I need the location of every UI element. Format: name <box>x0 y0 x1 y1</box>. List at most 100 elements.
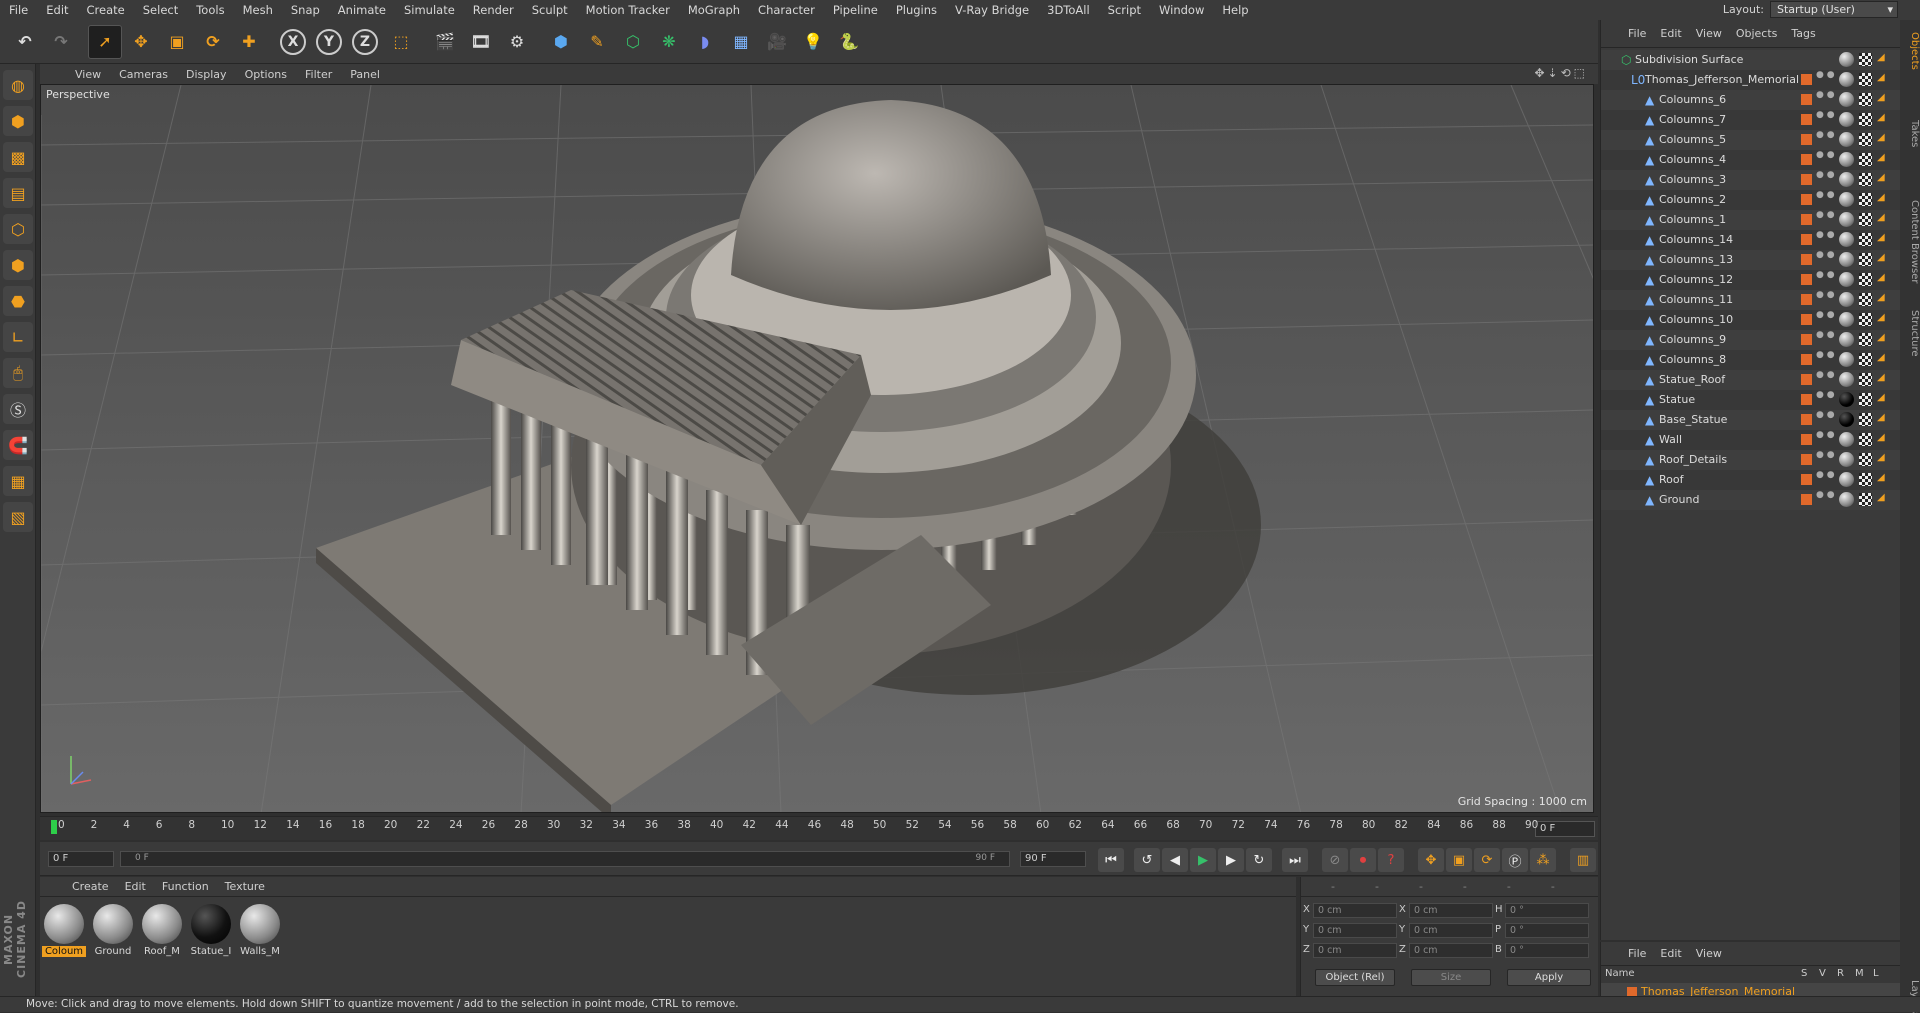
coord-field[interactable]: 0 cm <box>1409 943 1493 958</box>
phong-tag-icon[interactable]: ◢ <box>1877 192 1885 203</box>
side-tab-structure[interactable]: Structure <box>1900 310 1920 357</box>
phong-tag-icon[interactable]: ◢ <box>1877 392 1885 403</box>
deformer-button[interactable]: ◗ <box>688 25 722 59</box>
playhead[interactable] <box>51 820 57 834</box>
visibility-dots[interactable]: ● ● <box>1816 331 1835 340</box>
polygons-mode-button[interactable]: ⬣ <box>3 286 33 316</box>
object-row[interactable]: ⬡ Subdivision Surface ◢ <box>1601 50 1901 70</box>
visibility-dots[interactable]: ● ● <box>1816 471 1835 480</box>
array-button[interactable]: ❋ <box>652 25 686 59</box>
tweak-mode-button[interactable]: 🖱 <box>3 358 33 388</box>
phong-tag-icon[interactable]: ◢ <box>1877 92 1885 103</box>
uvw-tag-icon[interactable] <box>1859 153 1872 166</box>
go-to-start-button[interactable]: ⏮ <box>1098 848 1124 872</box>
visibility-dots[interactable]: ● ● <box>1816 251 1835 260</box>
phong-tag-icon[interactable]: ◢ <box>1877 132 1885 143</box>
menu-v-ray-bridge[interactable]: V-Ray Bridge <box>946 3 1038 17</box>
preview-range-slider[interactable]: 0 F 90 F <box>120 851 1010 867</box>
redo-button[interactable]: ↷ <box>44 25 78 59</box>
menu-file[interactable]: File <box>0 3 37 17</box>
viewport-menu-options[interactable]: Options <box>236 68 296 81</box>
object-row[interactable]: ▲ Roof ● ● ◢ <box>1601 470 1901 490</box>
phong-tag-icon[interactable]: ◢ <box>1877 272 1885 283</box>
object-menu-tags[interactable]: Tags <box>1784 27 1822 40</box>
material-tag-icon[interactable] <box>1839 232 1854 247</box>
material-tag-icon[interactable] <box>1839 252 1854 267</box>
object-row[interactable]: L0 Thomas_Jefferson_Memorial ● ● ◢ <box>1601 70 1901 90</box>
object-row[interactable]: ▲ Coloumns_12 ● ● ◢ <box>1601 270 1901 290</box>
phong-tag-icon[interactable]: ◢ <box>1877 492 1885 503</box>
menu-simulate[interactable]: Simulate <box>395 3 464 17</box>
phong-tag-icon[interactable]: ◢ <box>1877 332 1885 343</box>
rotate-tool-button[interactable]: ⟳ <box>196 25 230 59</box>
record-active-button[interactable]: ⊘ <box>1322 848 1348 872</box>
workplane-mode-button[interactable]: ▤ <box>3 178 33 208</box>
move-tool-button[interactable]: ✥ <box>124 25 158 59</box>
visibility-dots[interactable]: ● ● <box>1816 231 1835 240</box>
object-row[interactable]: ▲ Coloumns_11 ● ● ◢ <box>1601 290 1901 310</box>
visibility-dots[interactable]: ● ● <box>1816 271 1835 280</box>
object-row[interactable]: ▲ Coloumns_2 ● ● ◢ <box>1601 190 1901 210</box>
menu-mograph[interactable]: MoGraph <box>679 3 749 17</box>
uvw-tag-icon[interactable] <box>1859 473 1872 486</box>
autokey-button[interactable]: ⏺ <box>1350 848 1376 872</box>
magnet-button[interactable]: 🧲 <box>3 430 33 460</box>
uvw-tag-icon[interactable] <box>1859 413 1872 426</box>
object-row[interactable]: ▲ Statue ● ● ◢ <box>1601 390 1901 410</box>
side-tab-objects[interactable]: Objects <box>1900 32 1920 70</box>
viewport-menu-cameras[interactable]: Cameras <box>110 68 177 81</box>
start-frame-field[interactable]: 0 F <box>48 851 114 867</box>
key-position-button[interactable]: ✥ <box>1418 848 1444 872</box>
object-menu-objects[interactable]: Objects <box>1729 27 1785 40</box>
object-row[interactable]: ▲ Roof_Details ● ● ◢ <box>1601 450 1901 470</box>
material-tag-icon[interactable] <box>1839 472 1854 487</box>
phong-tag-icon[interactable]: ◢ <box>1877 432 1885 443</box>
phong-tag-icon[interactable]: ◢ <box>1877 172 1885 183</box>
planar-workplane-button[interactable]: ▧ <box>3 502 33 532</box>
phong-tag-icon[interactable]: ◢ <box>1877 412 1885 423</box>
uvw-tag-icon[interactable] <box>1859 193 1872 206</box>
lock-workplane-button[interactable]: ▦ <box>3 466 33 496</box>
phong-tag-icon[interactable]: ◢ <box>1877 292 1885 303</box>
layer-menu-view[interactable]: View <box>1689 947 1729 960</box>
subdivision-surface-button[interactable]: ⬡ <box>616 25 650 59</box>
uvw-tag-icon[interactable] <box>1859 173 1872 186</box>
object-menu-edit[interactable]: Edit <box>1653 27 1688 40</box>
viewport-nav-icons[interactable]: ✥⇣⟲⬚ <box>1534 66 1588 80</box>
material-tag-icon[interactable] <box>1839 92 1854 107</box>
viewport-perspective[interactable]: Perspective Grid Spacing : 1000 cm <box>40 84 1594 813</box>
uvw-tag-icon[interactable] <box>1859 213 1872 226</box>
coord-field[interactable]: 0 cm <box>1313 943 1397 958</box>
phong-tag-icon[interactable]: ◢ <box>1877 152 1885 163</box>
viewport-menu-filter[interactable]: Filter <box>296 68 341 81</box>
next-frame-button[interactable]: ▶ <box>1218 848 1244 872</box>
material-tag-icon[interactable] <box>1839 392 1854 407</box>
axis-mode-button[interactable]: ∟ <box>3 322 33 352</box>
y-axis-button[interactable]: Y <box>312 25 346 59</box>
camera-button[interactable]: 🎥 <box>760 25 794 59</box>
visibility-dots[interactable]: ● ● <box>1816 91 1835 100</box>
prev-key-button[interactable]: ↺ <box>1134 848 1160 872</box>
visibility-dots[interactable]: ● ● <box>1816 171 1835 180</box>
visibility-dots[interactable]: ● ● <box>1816 311 1835 320</box>
material-tag-icon[interactable] <box>1839 112 1854 127</box>
phong-tag-icon[interactable]: ◢ <box>1877 352 1885 363</box>
visibility-dots[interactable]: ● ● <box>1816 131 1835 140</box>
object-row[interactable]: ▲ Coloumns_3 ● ● ◢ <box>1601 170 1901 190</box>
visibility-dots[interactable]: ● ● <box>1816 451 1835 460</box>
key-scale-button[interactable]: ▣ <box>1446 848 1472 872</box>
coord-field[interactable]: 0 cm <box>1313 903 1397 918</box>
z-axis-button[interactable]: Z <box>348 25 382 59</box>
next-key-button[interactable]: ↻ <box>1246 848 1272 872</box>
object-row[interactable]: ▲ Coloumns_5 ● ● ◢ <box>1601 130 1901 150</box>
uvw-tag-icon[interactable] <box>1859 93 1872 106</box>
object-row[interactable]: ▲ Coloumns_10 ● ● ◢ <box>1601 310 1901 330</box>
object-row[interactable]: ▲ Coloumns_6 ● ● ◢ <box>1601 90 1901 110</box>
side-tab-content-browser[interactable]: Content Browser <box>1900 200 1920 283</box>
play-button[interactable]: ▶ <box>1190 848 1216 872</box>
material-swatch[interactable]: Walls_M <box>238 904 282 957</box>
material-menu-create[interactable]: Create <box>64 880 117 893</box>
menu-window[interactable]: Window <box>1150 3 1213 17</box>
viewport-menu-display[interactable]: Display <box>177 68 236 81</box>
uvw-tag-icon[interactable] <box>1859 293 1872 306</box>
